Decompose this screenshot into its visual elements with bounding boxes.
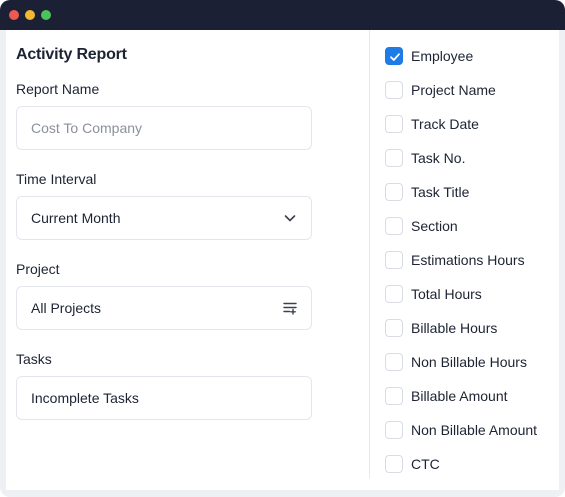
report-panel: Activity Report Report Name Time Interva… (6, 30, 559, 490)
column-option[interactable]: CTC (385, 454, 440, 474)
column-option-label: Task Title (411, 184, 470, 200)
tasks-label: Tasks (16, 351, 52, 367)
column-option[interactable]: Task No. (385, 148, 465, 168)
column-option[interactable]: Task Title (385, 182, 469, 202)
column-option[interactable]: Estimations Hours (385, 250, 525, 270)
column-option[interactable]: Billable Amount (385, 386, 508, 406)
title-bar (0, 0, 565, 30)
checkbox[interactable] (385, 353, 403, 371)
report-name-label: Report Name (16, 81, 100, 97)
project-select[interactable]: All Projects (16, 286, 312, 330)
column-option-label: CTC (411, 456, 440, 472)
tasks-select[interactable]: Incomplete Tasks (16, 376, 312, 420)
checkbox[interactable] (385, 217, 403, 235)
time-interval-select[interactable]: Current Month (16, 196, 312, 240)
checkbox[interactable] (385, 81, 403, 99)
column-option-label: Section (411, 218, 458, 234)
column-option-label: Non Billable Amount (411, 422, 538, 438)
column-option[interactable]: Non Billable Amount (385, 420, 537, 440)
column-option-label: Estimations Hours (411, 252, 525, 268)
checkbox[interactable] (385, 115, 403, 133)
checkbox[interactable] (385, 387, 403, 405)
project-value: All Projects (31, 300, 102, 316)
report-name-input[interactable] (31, 120, 281, 136)
checkbox[interactable] (385, 149, 403, 167)
app-window: Activity Report Report Name Time Interva… (0, 0, 565, 497)
column-options: Employee Project Name Track Date Task No. Ta… (370, 30, 559, 490)
report-settings: Activity Report Report Name Time Interva… (6, 30, 369, 490)
maximize-window-button[interactable] (41, 10, 51, 20)
checkbox[interactable] (385, 251, 403, 269)
column-option[interactable]: Billable Hours (385, 318, 497, 338)
checkbox[interactable] (385, 319, 403, 337)
checkbox[interactable] (385, 285, 403, 303)
checkbox[interactable] (385, 455, 403, 473)
column-option-label: Employee (411, 48, 474, 64)
column-option-label: Non Billable Hours (411, 354, 527, 370)
column-option-label: Billable Hours (411, 320, 498, 336)
column-option-label: Total Hours (411, 286, 482, 302)
column-option[interactable]: Non Billable Hours (385, 352, 527, 372)
checkbox[interactable] (385, 421, 403, 439)
column-option[interactable]: Employee (385, 46, 473, 66)
close-window-button[interactable] (9, 10, 19, 20)
project-label: Project (16, 261, 60, 277)
column-option[interactable]: Track Date (385, 114, 479, 134)
tasks-value: Incomplete Tasks (31, 390, 139, 406)
column-option[interactable]: Project Name (385, 80, 496, 100)
checkmark-icon (390, 53, 400, 61)
checkbox[interactable] (385, 183, 403, 201)
column-option[interactable]: Total Hours (385, 284, 482, 304)
column-option-label: Project Name (411, 82, 496, 98)
time-interval-label: Time Interval (16, 171, 97, 187)
page-title: Activity Report (16, 46, 127, 63)
column-option-label: Billable Amount (411, 388, 508, 404)
time-interval-value: Current Month (31, 210, 121, 226)
checkbox[interactable] (385, 47, 403, 65)
column-option-label: Task No. (411, 150, 466, 166)
minimize-window-button[interactable] (25, 10, 35, 20)
column-option-label: Track Date (411, 116, 479, 132)
filter-list-icon (283, 301, 297, 315)
report-name-field[interactable] (16, 106, 312, 150)
chevron-down-icon (283, 211, 297, 225)
column-option[interactable]: Section (385, 216, 458, 236)
